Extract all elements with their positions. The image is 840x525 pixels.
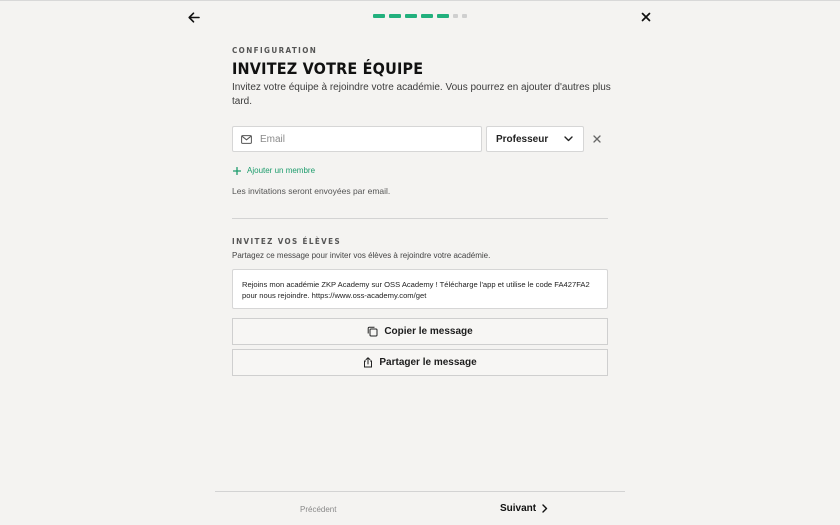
progress-step-complete — [405, 14, 417, 18]
share-message-button[interactable]: Partager le message — [232, 349, 608, 376]
remove-member-button[interactable] — [590, 132, 604, 146]
progress-step-complete — [437, 14, 449, 18]
progress-step-pending — [462, 14, 467, 18]
progress-step-complete — [389, 14, 401, 18]
arrow-left-icon — [188, 11, 200, 23]
plus-icon — [233, 166, 241, 175]
add-member-label: Ajouter un membre — [247, 166, 316, 175]
next-button[interactable]: Suivant — [500, 503, 548, 514]
students-section-label: INVITEZ VOS ÉLÈVES — [232, 237, 342, 246]
progress-step-complete — [421, 14, 433, 18]
invite-note: Les invitations seront envoyées par emai… — [232, 186, 391, 196]
progress-step-complete — [373, 14, 385, 18]
close-icon — [593, 135, 601, 143]
chevron-right-icon — [542, 504, 548, 513]
email-input[interactable] — [258, 132, 462, 146]
invite-message-text: Rejoins mon académie ZKP Academy sur OSS… — [242, 280, 590, 300]
previous-button[interactable]: Précédent — [300, 505, 336, 514]
share-icon — [364, 357, 373, 368]
copy-message-label: Copier le message — [384, 326, 473, 337]
progress-step-pending — [453, 14, 458, 18]
invite-message-box: Rejoins mon académie ZKP Academy sur OSS… — [232, 269, 608, 309]
share-message-label: Partager le message — [379, 357, 477, 368]
page-title: INVITEZ VOTRE ÉQUIPE — [232, 59, 424, 78]
copy-icon — [368, 326, 378, 337]
back-button[interactable] — [186, 10, 202, 24]
section-divider — [232, 218, 608, 219]
next-label: Suivant — [500, 503, 537, 514]
progress-indicator — [373, 14, 467, 18]
copy-message-button[interactable]: Copier le message — [232, 318, 608, 345]
role-select-value: Professeur — [496, 133, 549, 145]
footer-divider — [215, 491, 625, 492]
role-select[interactable]: Professeur — [486, 126, 584, 152]
close-button[interactable] — [639, 10, 653, 24]
chevron-down-icon — [564, 136, 573, 142]
students-description: Partagez ce message pour inviter vos élè… — [232, 251, 491, 260]
mail-icon — [241, 134, 252, 144]
page-description: Invitez votre équipe à rejoindre votre a… — [232, 82, 611, 107]
email-field[interactable] — [232, 126, 482, 152]
add-member-link[interactable]: Ajouter un membre — [233, 166, 315, 175]
close-icon — [641, 12, 651, 22]
section-eyebrow: CONFIGURATION — [232, 46, 318, 55]
